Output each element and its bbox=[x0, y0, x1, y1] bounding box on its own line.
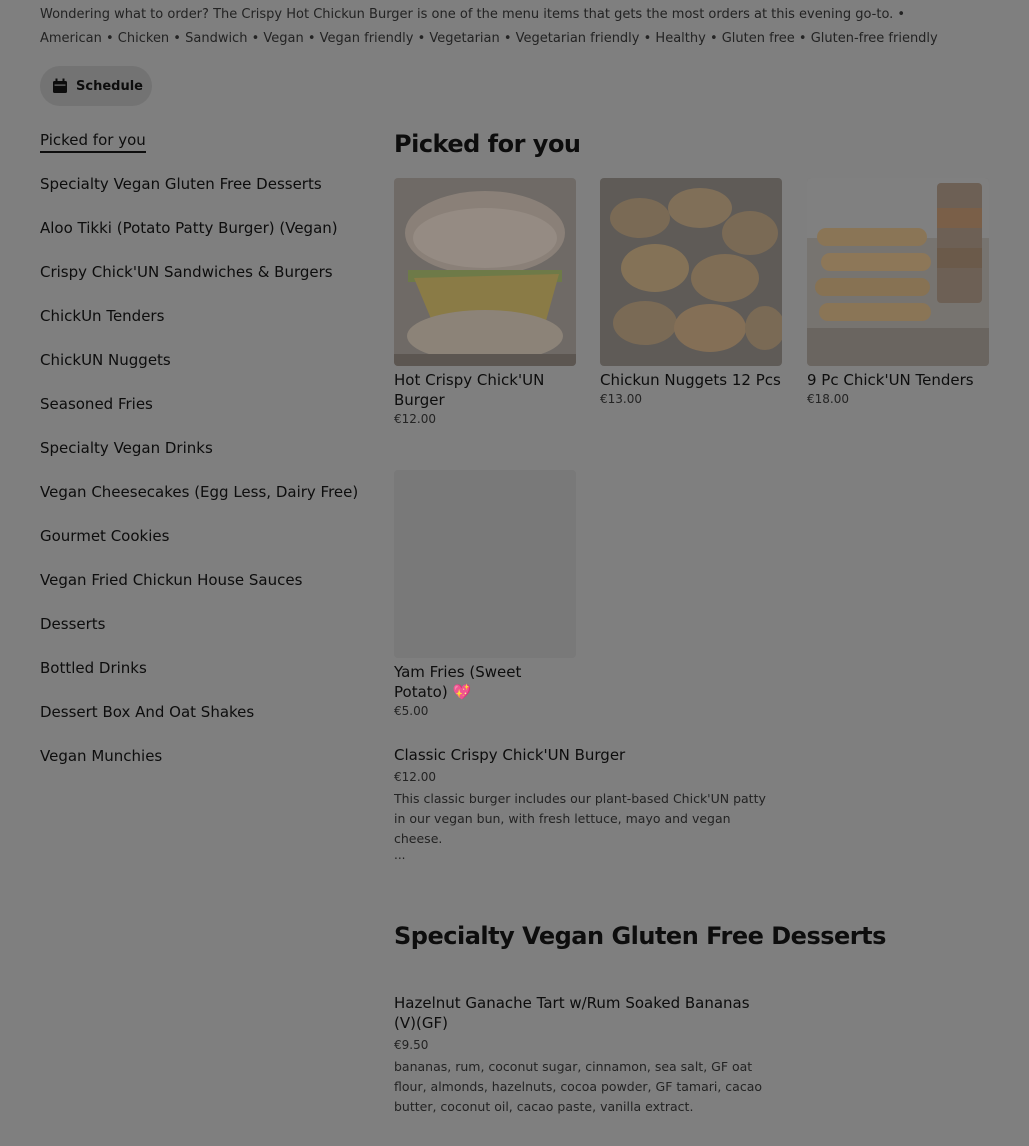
sidebar-item-label: Vegan Cheesecakes (Egg Less, Dairy Free) bbox=[40, 483, 359, 501]
item-image-nuggets bbox=[600, 178, 782, 366]
item-price: €5.00 bbox=[394, 704, 429, 718]
sidebar-item-tenders[interactable]: ChickUn Tenders bbox=[40, 302, 360, 346]
sidebar-item-label: Specialty Vegan Drinks bbox=[40, 439, 213, 457]
item-name: Classic Crispy Chick'UN Burger bbox=[394, 746, 626, 764]
sidebar-item-label: Bottled Drinks bbox=[40, 659, 147, 677]
menu-card[interactable]: 9 Pc Chick'UN Tenders €18.00 bbox=[807, 178, 989, 406]
sidebar-item-aloo-tikki[interactable]: Aloo Tikki (Potato Patty Burger) (Vegan) bbox=[40, 214, 360, 258]
sidebar-item-label: Dessert Box And Oat Shakes bbox=[40, 703, 255, 721]
item-price: €12.00 bbox=[394, 412, 436, 426]
sidebar-item-dessert-box[interactable]: Dessert Box And Oat Shakes bbox=[40, 698, 360, 742]
sidebar-item-label: ChickUn Tenders bbox=[40, 307, 165, 325]
sidebar-item-label: Aloo Tikki (Potato Patty Burger) (Vegan) bbox=[40, 219, 338, 237]
sidebar-item-label: Picked for you bbox=[40, 131, 146, 153]
sidebar-item-munchies[interactable]: Vegan Munchies bbox=[40, 742, 360, 786]
sidebar-item-label: Crispy Chick'UN Sandwiches & Burgers bbox=[40, 263, 333, 281]
sidebar-item-drinks[interactable]: Specialty Vegan Drinks bbox=[40, 434, 360, 478]
item-description: This classic burger includes our plant-b… bbox=[394, 791, 766, 846]
sidebar-item-picked-for-you[interactable]: Picked for you bbox=[40, 126, 360, 170]
sidebar-item-label: ChickUN Nuggets bbox=[40, 351, 171, 369]
store-description: Wondering what to order? The Crispy Hot … bbox=[40, 7, 938, 46]
sidebar-item-label: Vegan Munchies bbox=[40, 747, 163, 765]
menu-card[interactable]: Hot Crispy Chick'UN Burger €12.00 bbox=[394, 178, 576, 426]
sidebar-item-nuggets[interactable]: ChickUN Nuggets bbox=[40, 346, 360, 390]
item-name: 9 Pc Chick'UN Tenders bbox=[807, 371, 974, 389]
sidebar-item-sandwiches-burgers[interactable]: Crispy Chick'UN Sandwiches & Burgers bbox=[40, 258, 360, 302]
sidebar-item-specialty-desserts[interactable]: Specialty Vegan Gluten Free Desserts bbox=[40, 170, 360, 214]
sidebar-item-bottled-drinks[interactable]: Bottled Drinks bbox=[40, 654, 360, 698]
sidebar-item-fries[interactable]: Seasoned Fries bbox=[40, 390, 360, 434]
item-name: Yam Fries (Sweet Potato) 💖 bbox=[394, 663, 522, 701]
store-page: Wondering what to order? The Crispy Hot … bbox=[0, 0, 1029, 1146]
sidebar-item-label: Specialty Vegan Gluten Free Desserts bbox=[40, 175, 322, 193]
item-price: €18.00 bbox=[807, 392, 849, 406]
item-description: bananas, rum, coconut sugar, cinnamon, s… bbox=[394, 1059, 763, 1114]
schedule-label: Schedule bbox=[76, 78, 143, 94]
item-name: Hot Crispy Chick'UN Burger bbox=[394, 371, 545, 409]
item-price: €9.50 bbox=[394, 1038, 429, 1052]
item-price: €12.00 bbox=[394, 770, 436, 784]
item-more-indicator: ... bbox=[394, 848, 406, 862]
item-name: Hazelnut Ganache Tart w/Rum Soaked Banan… bbox=[394, 994, 750, 1032]
schedule-button[interactable]: Schedule bbox=[40, 66, 152, 106]
sidebar-item-sauces[interactable]: Vegan Fried Chickun House Sauces bbox=[40, 566, 360, 610]
section-title-picked: Picked for you bbox=[394, 130, 581, 158]
sidebar-item-desserts[interactable]: Desserts bbox=[40, 610, 360, 654]
sidebar-item-cheesecakes[interactable]: Vegan Cheesecakes (Egg Less, Dairy Free) bbox=[40, 478, 360, 522]
item-image-tenders bbox=[807, 178, 989, 366]
item-image-burger bbox=[394, 178, 576, 366]
item-name: Chickun Nuggets 12 Pcs bbox=[600, 371, 781, 389]
sidebar-item-label: Gourmet Cookies bbox=[40, 527, 170, 545]
sidebar-item-cookies[interactable]: Gourmet Cookies bbox=[40, 522, 360, 566]
menu-card[interactable]: Chickun Nuggets 12 Pcs €13.00 bbox=[600, 178, 782, 406]
menu-category-nav: Picked for you Specialty Vegan Gluten Fr… bbox=[40, 126, 360, 786]
sidebar-item-label: Desserts bbox=[40, 615, 106, 633]
sidebar-item-label: Seasoned Fries bbox=[40, 395, 153, 413]
section-title-desserts: Specialty Vegan Gluten Free Desserts bbox=[394, 922, 886, 950]
item-price: €13.00 bbox=[600, 392, 642, 406]
item-image-placeholder bbox=[394, 470, 576, 658]
menu-list-item[interactable]: Hazelnut Ganache Tart w/Rum Soaked Banan… bbox=[394, 993, 774, 1117]
menu-list-item[interactable]: Classic Crispy Chick'UN Burger €12.00 Th… bbox=[394, 745, 774, 861]
sidebar-item-label: Vegan Fried Chickun House Sauces bbox=[40, 571, 303, 589]
menu-card[interactable]: Yam Fries (Sweet Potato) 💖 €5.00 bbox=[394, 470, 576, 718]
calendar-icon bbox=[53, 78, 67, 93]
